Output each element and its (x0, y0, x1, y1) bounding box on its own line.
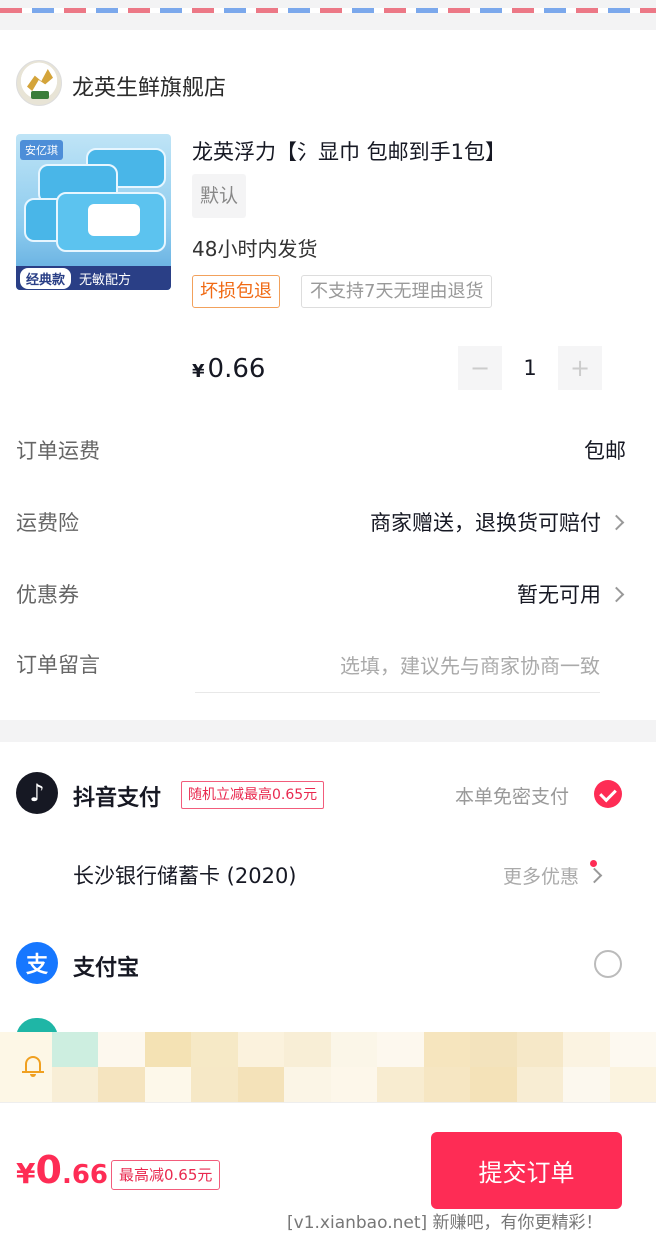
image-tag-formula: 无敏配方 (79, 272, 132, 288)
shipping-insurance-row[interactable]: 运费险 商家赠送，退换货可赔付 (16, 502, 626, 542)
more-offers-label: 更多优惠 (503, 866, 580, 888)
douyin-pay-name[interactable]: 抖音支付 (73, 780, 161, 812)
airmail-stripe (0, 0, 656, 30)
insurance-value: 商家赠送，退换货可赔付 (370, 511, 601, 535)
message-row: 订单留言 选填，建议先与商家协商一致 (16, 644, 626, 684)
order-total: ¥0.66 (16, 1148, 108, 1192)
damage-refund-badge: 坏损包退 (192, 275, 280, 308)
product-image[interactable]: 安亿琪 经典款 无敏配方 (16, 134, 171, 290)
bank-card[interactable]: 长沙银行储蓄卡 (2020) (73, 860, 297, 890)
store-name[interactable]: 龙英生鲜旗舰店 (72, 70, 226, 102)
message-input[interactable]: 选填，建议先与商家协商一致 (340, 650, 600, 679)
total-decimal: .66 (61, 1160, 108, 1190)
product-title: 龙英浮力【氵显巾 包邮到手1包】 (192, 140, 507, 164)
product-spec: 默认 (192, 174, 247, 218)
shipping-time: 48小时内发货 (192, 237, 318, 261)
alipay-icon: 支 (16, 942, 58, 984)
max-discount-badge: 最高减0.65元 (111, 1160, 221, 1190)
chevron-right-icon (586, 867, 603, 884)
quantity-stepper: − 1 + (458, 346, 602, 390)
submit-order-button[interactable]: 提交订单 (431, 1132, 622, 1209)
total-integer: 0 (35, 1148, 62, 1192)
no-return-badge: 不支持7天无理由退货 (301, 275, 493, 308)
red-dot-icon (590, 860, 597, 867)
alipay-name[interactable]: 支付宝 (73, 950, 139, 982)
watermark-text: [v1.xianbao.net] 新赚吧，有你更精彩！ (287, 1213, 603, 1233)
order-card: 龙英生鲜旗舰店 安亿琪 经典款 无敏配方 龙英浮力【氵显巾 包邮到手1包】 默认… (0, 30, 656, 720)
image-tag-classic: 经典款 (20, 267, 72, 289)
freight-value: 包邮 (584, 439, 626, 463)
coupon-row[interactable]: 优惠券 暂无可用 (16, 574, 626, 614)
message-underline (195, 692, 600, 693)
product-price: ¥0.66 (192, 354, 265, 384)
message-label: 订单留言 (16, 653, 100, 677)
notice-bar (0, 1032, 656, 1102)
blurred-notice-content (52, 1032, 656, 1102)
chevron-right-icon (608, 586, 625, 602)
price-value: 0.66 (207, 354, 266, 384)
more-offers[interactable]: 更多优惠 (503, 862, 604, 889)
douyin-pay-icon: ♪ (16, 772, 58, 814)
no-password-pay: 本单免密支付 (455, 786, 570, 808)
coupon-value: 暂无可用 (517, 583, 601, 607)
coupon-label: 优惠券 (16, 583, 79, 607)
freight-row: 订单运费 包邮 (16, 430, 626, 470)
decrease-button[interactable]: − (458, 346, 502, 390)
douyin-promo-badge: 随机立减最高0.65元 (181, 781, 325, 809)
section-divider (0, 720, 656, 742)
alipay-radio[interactable] (594, 950, 622, 978)
quantity-value[interactable]: 1 (502, 356, 558, 380)
total-symbol: ¥ (16, 1157, 36, 1190)
douyin-pay-selected-radio[interactable] (594, 780, 622, 808)
price-symbol: ¥ (192, 361, 205, 382)
freight-label: 订单运费 (16, 439, 100, 463)
insurance-label: 运费险 (16, 511, 79, 535)
store-logo[interactable] (16, 60, 62, 106)
chevron-right-icon (608, 514, 625, 530)
increase-button[interactable]: + (558, 346, 602, 390)
image-brand-tag: 安亿琪 (20, 140, 63, 160)
bell-icon (22, 1054, 44, 1078)
